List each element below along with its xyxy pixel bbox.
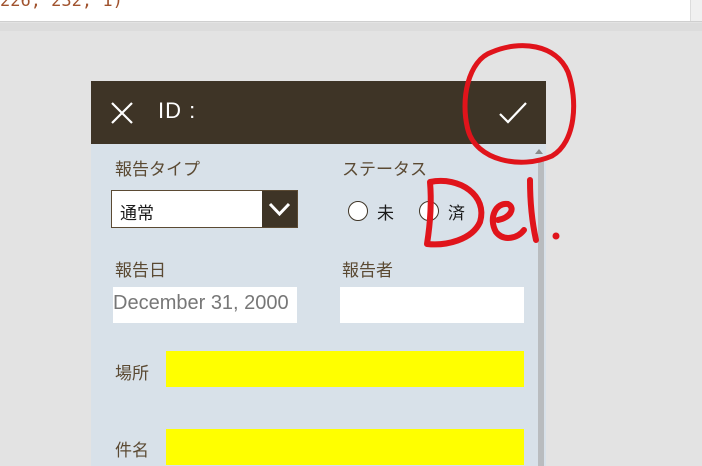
editor-scrollbar[interactable] — [690, 0, 702, 21]
status-radio-done[interactable] — [419, 201, 439, 221]
form-header: ID : — [91, 81, 546, 144]
submit-check-icon[interactable] — [496, 96, 530, 130]
edit-form-panel: ID : 報告タイプ ステータス 通常 未 済 報告日 報告者 December… — [91, 81, 546, 466]
subject-field[interactable] — [166, 429, 524, 465]
location-field[interactable] — [166, 351, 524, 387]
subject-label: 件名 — [115, 441, 149, 461]
status-radio-pending[interactable] — [348, 201, 368, 221]
status-option-done: 済 — [448, 204, 465, 224]
report-type-label: 報告タイプ — [115, 160, 200, 180]
report-date-label: 報告日 — [115, 261, 166, 281]
report-type-dropdown[interactable]: 通常 — [111, 190, 298, 228]
reporter-label: 報告者 — [342, 261, 393, 281]
code-line: 226, 232, 1) — [0, 0, 123, 11]
scroll-up-arrow-icon[interactable] — [535, 149, 543, 154]
form-scrollbar-thumb[interactable] — [538, 159, 544, 466]
separator-band — [0, 23, 702, 31]
report-date-field[interactable]: December 31, 2000 — [113, 287, 297, 323]
annotation-period — [552, 232, 560, 240]
status-label: ステータス — [342, 160, 427, 180]
code-editor-strip: 226, 232, 1) — [0, 0, 702, 22]
location-label: 場所 — [115, 364, 149, 384]
chevron-down-icon[interactable] — [262, 191, 297, 227]
report-type-value: 通常 — [120, 204, 154, 224]
reporter-field[interactable] — [340, 287, 524, 323]
form-title: ID : — [158, 98, 197, 123]
close-icon[interactable] — [107, 98, 137, 128]
status-option-pending: 未 — [377, 204, 394, 224]
